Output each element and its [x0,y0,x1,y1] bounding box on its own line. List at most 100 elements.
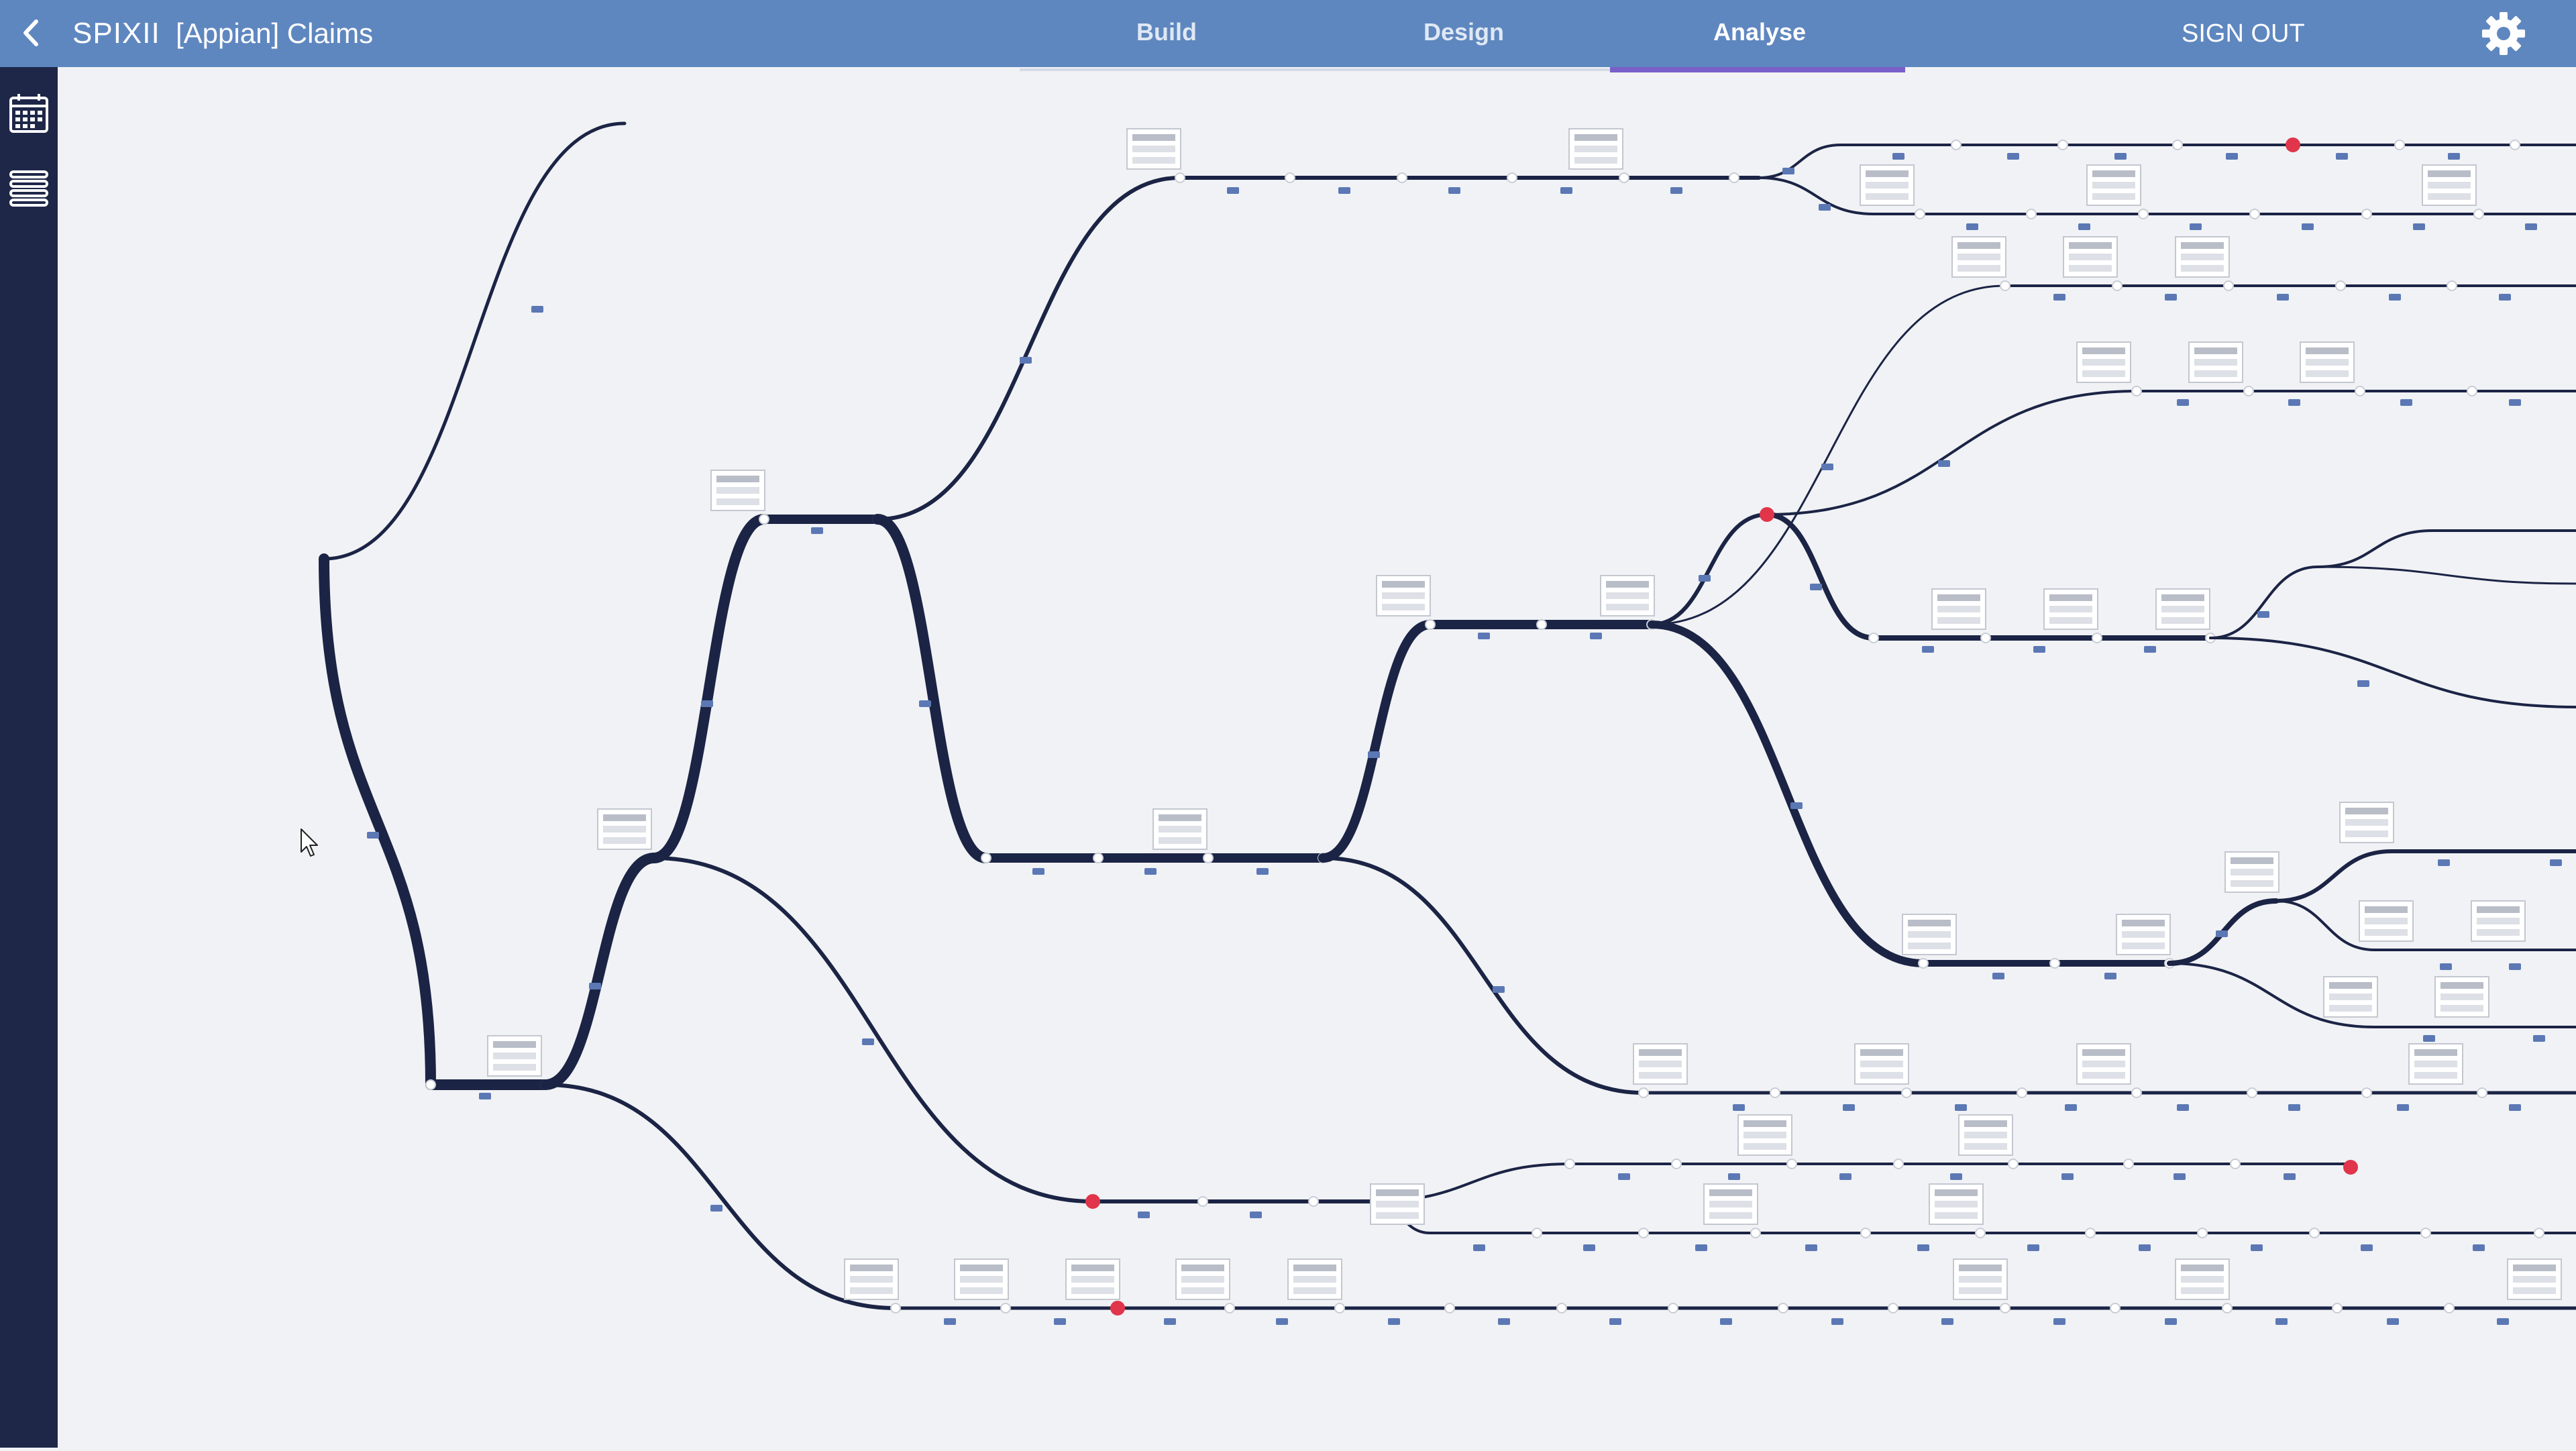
branch-marker[interactable] [1227,187,1239,194]
calendar-icon[interactable] [5,90,52,137]
flow-node[interactable] [2092,633,2102,643]
branch-marker[interactable] [2053,1318,2065,1325]
branch-marker[interactable] [1054,1318,1066,1325]
branch-marker[interactable] [1955,1104,1967,1111]
step-card[interactable] [1737,1114,1792,1156]
branch-marker[interactable] [1839,1173,1851,1180]
step-card[interactable] [1065,1258,1120,1300]
flow-node[interactable] [2222,1303,2233,1313]
step-card[interactable] [1953,1258,2008,1300]
flow-node[interactable] [1770,1087,1780,1098]
branch-marker[interactable] [1810,584,1822,590]
branch-marker[interactable] [2190,223,2202,230]
step-card[interactable] [1600,575,1655,616]
step-card[interactable] [2339,802,2394,843]
branch-marker[interactable] [2144,646,2156,653]
step-card[interactable] [2471,900,2526,942]
flow-node[interactable] [2110,1303,2121,1313]
flow-node[interactable] [2131,1087,2142,1098]
branch-marker[interactable] [1138,1212,1150,1218]
flow-node[interactable] [1444,1303,1455,1313]
flow-node[interactable] [2309,1228,2320,1238]
branch-marker[interactable] [2177,1104,2189,1111]
flow-canvas[interactable] [58,67,2576,1448]
flow-node[interactable] [2223,280,2234,291]
flow-node[interactable] [2131,386,2142,396]
flow-node[interactable] [1668,1303,1678,1313]
flow-node[interactable] [2477,1087,2487,1098]
flow-node[interactable] [2230,1159,2241,1169]
branch-marker[interactable] [1338,187,1350,194]
branch-marker[interactable] [2027,1244,2039,1251]
step-card[interactable] [2175,1258,2230,1300]
branch-marker[interactable] [2165,294,2177,301]
flow-node[interactable] [981,853,991,863]
flow-node[interactable] [1564,1159,1575,1169]
branch-marker[interactable] [1448,187,1460,194]
step-card[interactable] [597,808,652,850]
branch-marker[interactable] [1699,575,1711,582]
branch-marker[interactable] [1728,1173,1740,1180]
branch-marker[interactable] [2389,294,2401,301]
branch-marker[interactable] [1609,1318,1621,1325]
branch-marker[interactable] [1498,1318,1510,1325]
list-icon[interactable] [5,164,52,211]
flow-node[interactable] [1980,633,1991,643]
branch-marker[interactable] [2397,1104,2409,1111]
flow-node[interactable] [2243,386,2254,396]
flow-node[interactable] [1203,853,1214,863]
step-card[interactable] [1633,1043,1688,1085]
branch-marker[interactable] [2533,1035,2545,1042]
branch-marker[interactable] [2065,1104,2077,1111]
flow-node[interactable] [1868,633,1879,643]
flow-node[interactable] [1786,1159,1797,1169]
step-card[interactable] [2434,976,2489,1018]
step-card[interactable] [1929,1183,1984,1225]
branch-marker[interactable] [2448,153,2460,160]
flow-node[interactable] [890,1303,901,1313]
branch-marker[interactable] [2509,963,2521,970]
branch-marker[interactable] [811,527,823,534]
step-card[interactable] [2063,236,2118,278]
branch-marker[interactable] [1821,464,1833,470]
branch-marker[interactable] [1590,633,1602,639]
step-card[interactable] [1376,575,1431,616]
flow-node[interactable] [2394,140,2405,150]
step-card[interactable] [2408,1043,2463,1085]
tab-design[interactable]: Design [1424,16,1504,48]
branch-marker[interactable] [1670,187,1682,194]
branch-marker[interactable] [2400,399,2412,406]
branch-marker[interactable] [2033,646,2045,653]
branch-marker[interactable] [1917,1244,1929,1251]
branch-marker[interactable] [2387,1318,2399,1325]
branch-marker[interactable] [710,1205,722,1212]
flow-node[interactable] [1729,172,1739,183]
branch-marker[interactable] [2007,153,2019,160]
flow-node[interactable] [1915,209,1925,219]
flow-node[interactable] [1778,1303,1788,1313]
branch-marker[interactable] [2216,930,2228,937]
flow-node[interactable] [2332,1303,2343,1313]
flow-node[interactable] [1556,1303,1567,1313]
step-card[interactable] [1152,808,1208,850]
tab-build[interactable]: Build [1136,16,1197,48]
flow-node[interactable] [2510,140,2520,150]
flow-node[interactable] [1110,1301,1125,1315]
step-card[interactable] [2155,588,2210,630]
flow-node[interactable] [1507,172,1517,183]
flow-node[interactable] [1334,1303,1345,1313]
branch-marker[interactable] [2114,153,2127,160]
flow-node[interactable] [2361,209,2372,219]
step-card[interactable] [1958,1114,2013,1156]
branch-marker[interactable] [1388,1318,1400,1325]
branch-marker[interactable] [479,1093,491,1099]
step-card[interactable] [2188,341,2243,383]
flow-node[interactable] [2355,386,2365,396]
step-card[interactable] [1703,1183,1758,1225]
step-card[interactable] [2175,236,2230,278]
branch-marker[interactable] [1938,460,1950,467]
branch-marker[interactable] [2509,1104,2521,1111]
step-card[interactable] [1854,1043,1909,1085]
chevron-left-icon[interactable] [15,16,48,50]
branch-marker[interactable] [2288,399,2300,406]
